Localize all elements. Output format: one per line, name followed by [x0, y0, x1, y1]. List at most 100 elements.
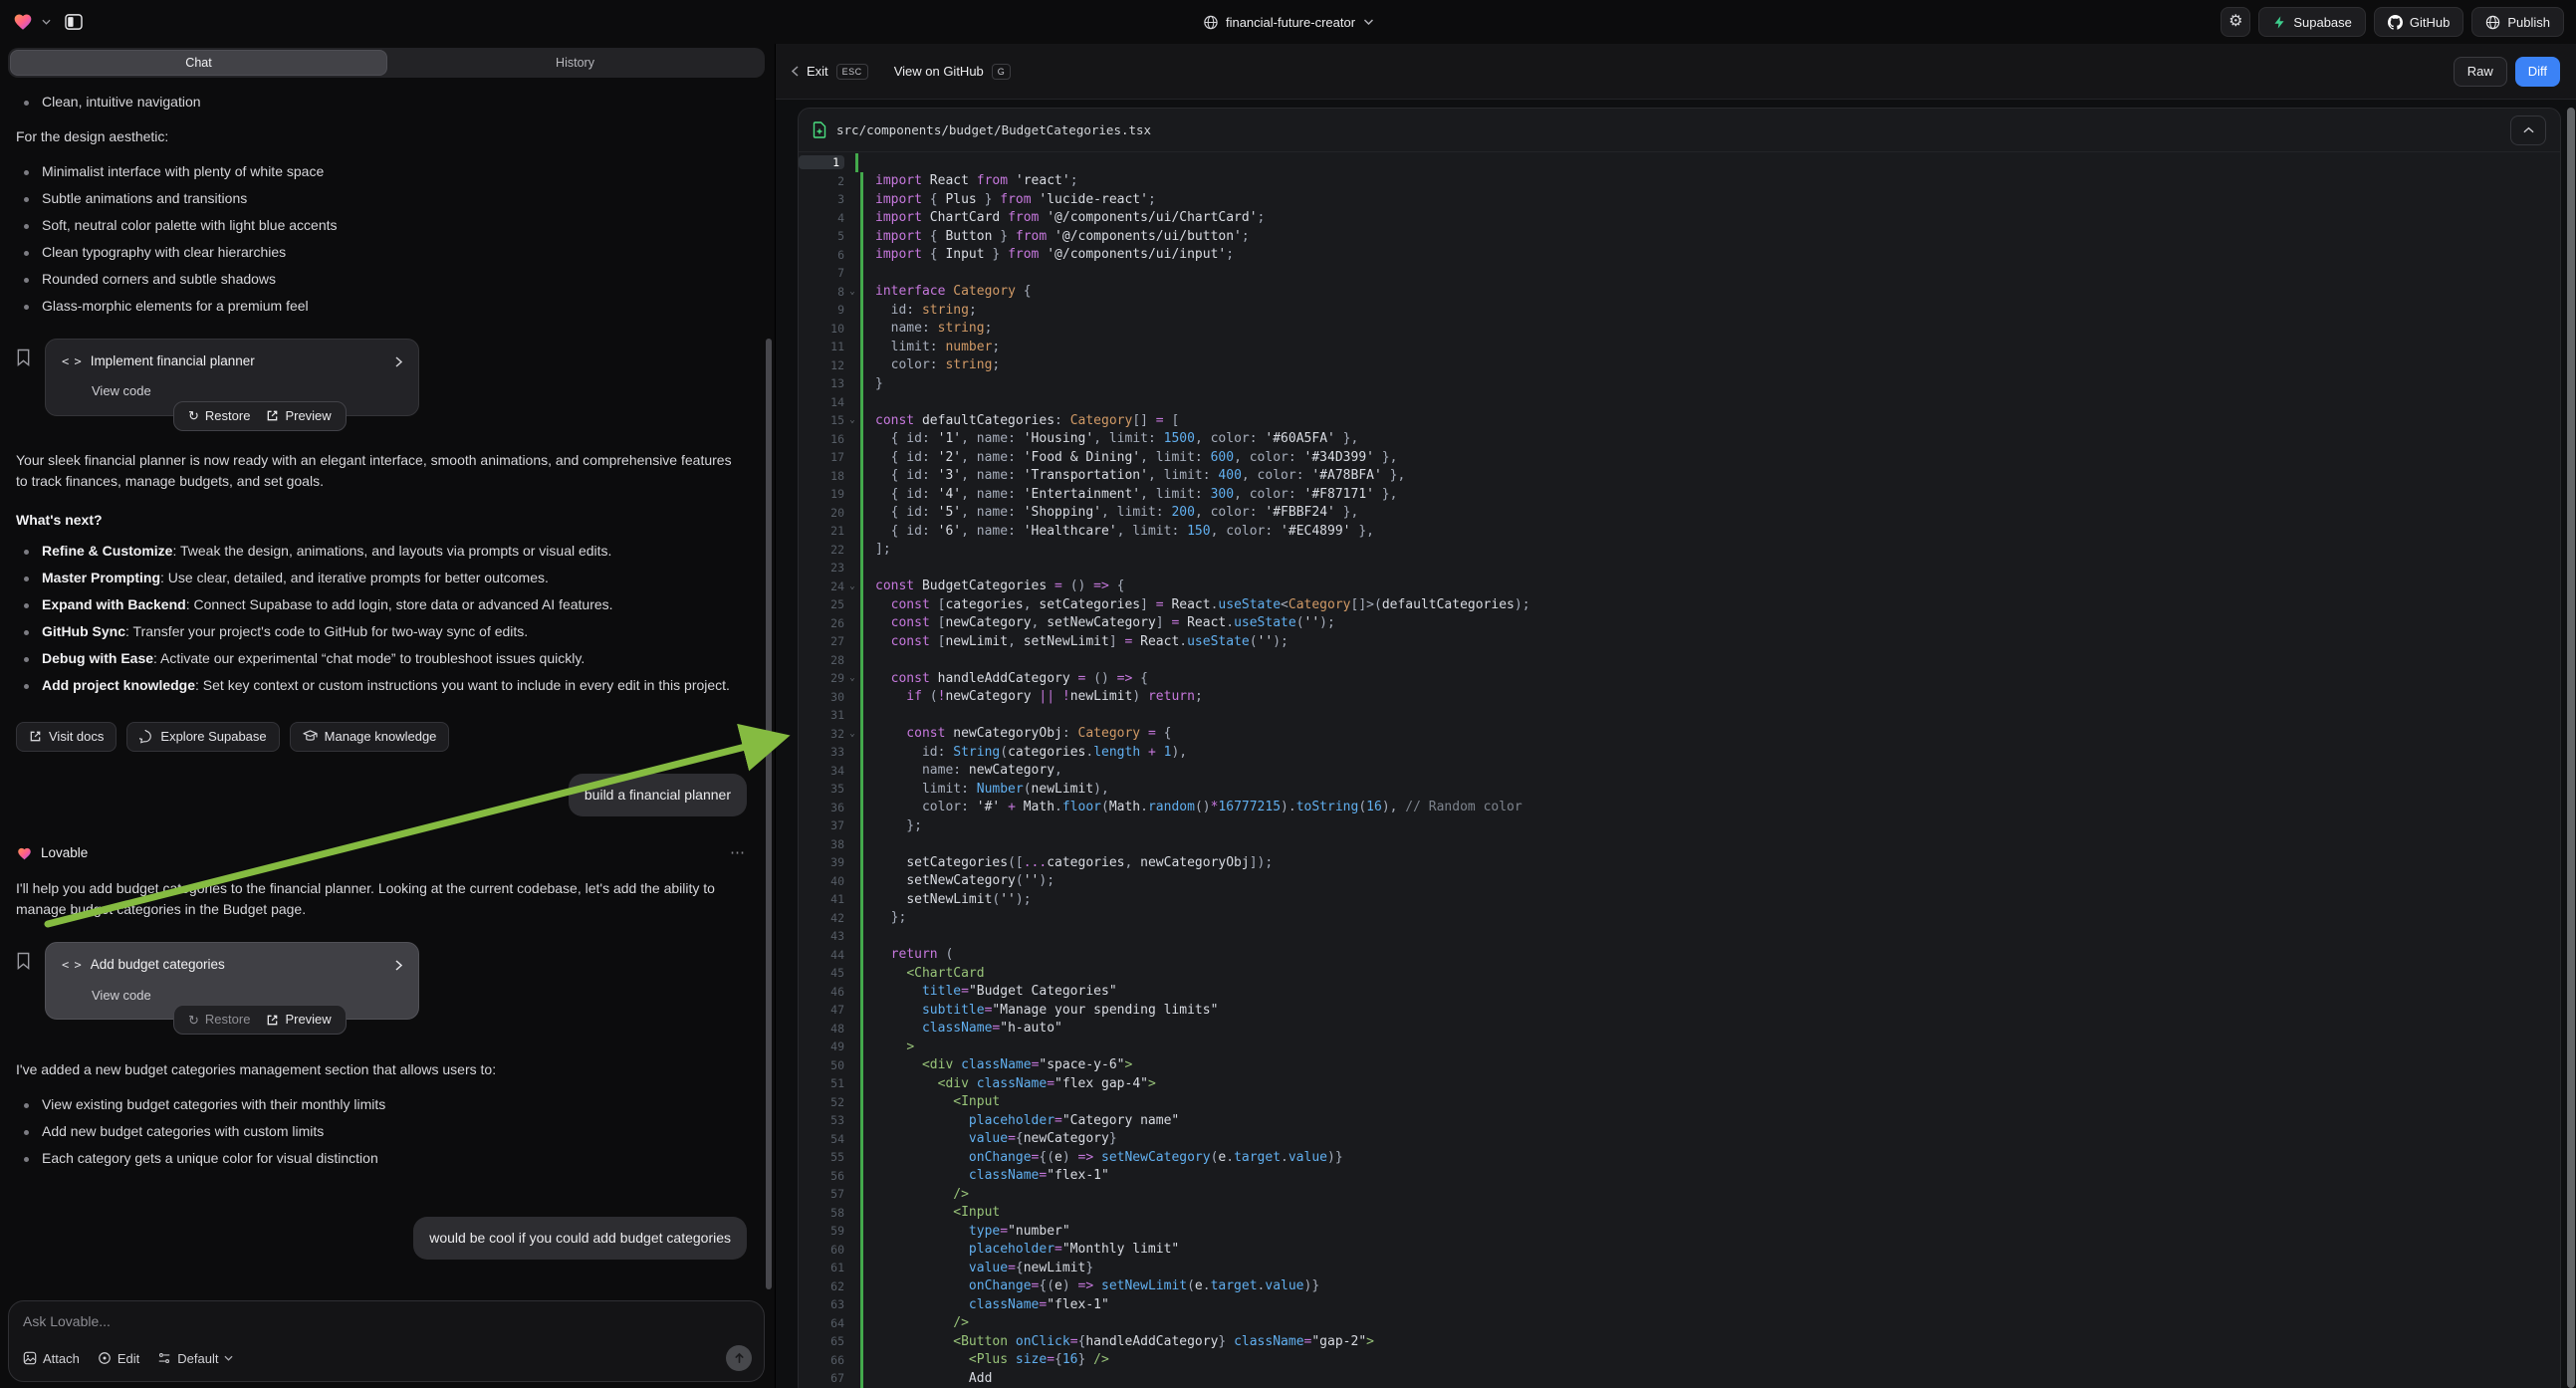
code-line[interactable]: 5import { Button } from '@/components/ui…	[799, 227, 2560, 246]
code-line[interactable]: 26 const [newCategory, setNewCategory] =…	[799, 614, 2560, 633]
code-line[interactable]: 7	[799, 264, 2560, 283]
code-line[interactable]: 52 <Input	[799, 1093, 2560, 1112]
code-line[interactable]: 30 if (!newCategory || !newLimit) return…	[799, 688, 2560, 707]
code-line[interactable]: 56 className="flex-1"	[799, 1167, 2560, 1186]
restore-button[interactable]: ↻ Restore	[188, 1010, 250, 1030]
code-line[interactable]: 35 limit: Number(newLimit),	[799, 780, 2560, 799]
code-line[interactable]: 65 <Button onClick={handleAddCategory} c…	[799, 1332, 2560, 1351]
supabase-button[interactable]: Supabase	[2258, 7, 2366, 37]
code-line[interactable]: 66 <Plus size={16} />	[799, 1351, 2560, 1370]
code-line[interactable]: 2import React from 'react';	[799, 172, 2560, 191]
code-line[interactable]: 42 };	[799, 909, 2560, 928]
code-line[interactable]: 14	[799, 393, 2560, 412]
model-selector[interactable]: Default	[157, 1351, 233, 1366]
code-line[interactable]: 18 { id: '3', name: 'Transportation', li…	[799, 467, 2560, 486]
bookmark-icon[interactable]	[16, 952, 31, 970]
view-code-link[interactable]: View code	[92, 381, 402, 401]
code-line[interactable]: 53 placeholder="Category name"	[799, 1111, 2560, 1130]
code-line[interactable]: 55 onChange={(e) => setNewCategory(e.tar…	[799, 1148, 2560, 1167]
code-line[interactable]: 33 id: String(categories.length + 1),	[799, 743, 2560, 762]
code-line[interactable]: 34 name: newCategory,	[799, 762, 2560, 781]
settings-button[interactable]: ⚙	[2221, 7, 2250, 37]
view-on-github-button[interactable]: View on GitHub G	[894, 64, 1012, 80]
code-line[interactable]: 41 setNewLimit('');	[799, 890, 2560, 909]
view-code-link[interactable]: View code	[92, 986, 402, 1006]
attach-button[interactable]: Attach	[23, 1351, 80, 1366]
edit-mode-button[interactable]: Edit	[98, 1351, 139, 1366]
edit-card-implement-financial-planner[interactable]: < > Implement financial planner View cod…	[45, 339, 419, 416]
code-line[interactable]: 50 <div className="space-y-6">	[799, 1056, 2560, 1075]
collapse-file-button[interactable]	[2510, 116, 2546, 145]
code-line[interactable]: 19 { id: '4', name: 'Entertainment', lim…	[799, 485, 2560, 504]
code-line[interactable]: 17 { id: '2', name: 'Food & Dining', lim…	[799, 448, 2560, 467]
code-line[interactable]: 28	[799, 651, 2560, 670]
code-line[interactable]: 49 >	[799, 1038, 2560, 1056]
code-line[interactable]: 4import ChartCard from '@/components/ui/…	[799, 209, 2560, 228]
visit-docs-button[interactable]: Visit docs	[16, 722, 117, 752]
lovable-logo-icon[interactable]	[12, 12, 34, 32]
send-button[interactable]	[726, 1345, 752, 1371]
code-line[interactable]: 24⌄const BudgetCategories = () => {	[799, 578, 2560, 596]
code-line[interactable]: 61 value={newLimit}	[799, 1259, 2560, 1277]
tab-chat[interactable]: Chat	[10, 50, 387, 76]
code-line[interactable]: 51 <div className="flex gap-4">	[799, 1074, 2560, 1093]
code-line[interactable]: 8⌄interface Category {	[799, 283, 2560, 302]
chat-message-list[interactable]: Clean, intuitive navigation For the desi…	[0, 86, 763, 1296]
code-line[interactable]: 38	[799, 835, 2560, 854]
chat-scrollbar[interactable]	[766, 339, 772, 1289]
restore-button[interactable]: ↻ Restore	[188, 406, 250, 426]
code-line[interactable]: 13}	[799, 374, 2560, 393]
code-line[interactable]: 54 value={newCategory}	[799, 1130, 2560, 1149]
code-line[interactable]: 20 { id: '5', name: 'Shopping', limit: 2…	[799, 504, 2560, 523]
code-line[interactable]: 25 const [categories, setCategories] = R…	[799, 595, 2560, 614]
github-button[interactable]: GitHub	[2374, 7, 2463, 37]
logo-chevron-down-icon[interactable]	[42, 19, 51, 25]
code-line[interactable]: 16 { id: '1', name: 'Housing', limit: 15…	[799, 430, 2560, 449]
edit-card-add-budget-categories[interactable]: < > Add budget categories View code ↻ Re…	[45, 942, 419, 1020]
code-line[interactable]: 40 setNewCategory('');	[799, 872, 2560, 891]
exit-button[interactable]: Exit ESC	[792, 64, 868, 80]
manage-knowledge-button[interactable]: Manage knowledge	[290, 722, 450, 752]
code-line[interactable]: 10 name: string;	[799, 320, 2560, 339]
chat-input[interactable]	[23, 1313, 750, 1329]
raw-toggle-button[interactable]: Raw	[2454, 57, 2507, 87]
code-line[interactable]: 29⌄ const handleAddCategory = () => {	[799, 669, 2560, 688]
code-line[interactable]: 58 <Input	[799, 1204, 2560, 1223]
code-line[interactable]: 32⌄ const newCategoryObj: Category = {	[799, 725, 2560, 744]
code-line[interactable]: 36 color: '#' + Math.floor(Math.random()…	[799, 799, 2560, 817]
code-line[interactable]: 37 };	[799, 816, 2560, 835]
code-line[interactable]: 47 subtitle="Manage your spending limits…	[799, 1001, 2560, 1020]
code-line[interactable]: 44 return (	[799, 946, 2560, 965]
code-line[interactable]: 45 <ChartCard	[799, 964, 2560, 983]
code-line[interactable]: 57 />	[799, 1185, 2560, 1204]
explore-supabase-button[interactable]: Explore Supabase	[126, 722, 279, 752]
code-line[interactable]: 9 id: string;	[799, 301, 2560, 320]
code-line[interactable]: 64 />	[799, 1314, 2560, 1333]
more-options-icon[interactable]: ⋯	[730, 842, 747, 865]
code-line[interactable]: 15⌄const defaultCategories: Category[] =…	[799, 411, 2560, 430]
code-line[interactable]: 59 type="number"	[799, 1222, 2560, 1241]
publish-button[interactable]: Publish	[2471, 7, 2564, 37]
code-line[interactable]: 22];	[799, 541, 2560, 560]
code-line[interactable]: 3import { Plus } from 'lucide-react';	[799, 190, 2560, 209]
code-line[interactable]: 67 Add	[799, 1369, 2560, 1388]
preview-button[interactable]: Preview	[266, 406, 331, 426]
project-switcher[interactable]: financial-future-creator	[1203, 15, 1373, 30]
code-line[interactable]: 31	[799, 706, 2560, 725]
code-line[interactable]: 21 { id: '6', name: 'Healthcare', limit:…	[799, 522, 2560, 541]
bookmark-icon[interactable]	[16, 348, 31, 366]
code-line[interactable]: 63 className="flex-1"	[799, 1295, 2560, 1314]
code-scrollbar[interactable]	[2567, 108, 2575, 1388]
code-line[interactable]: 39 setCategories([...categories, newCate…	[799, 853, 2560, 872]
code-line[interactable]: 23	[799, 559, 2560, 578]
code-line[interactable]: 43	[799, 927, 2560, 946]
code-line[interactable]: 62 onChange={(e) => setNewLimit(e.target…	[799, 1277, 2560, 1296]
code-line[interactable]: 12 color: string;	[799, 356, 2560, 375]
diff-toggle-button[interactable]: Diff	[2515, 57, 2560, 87]
code-line[interactable]: 46 title="Budget Categories"	[799, 983, 2560, 1002]
code-line[interactable]: 27 const [newLimit, setNewLimit] = React…	[799, 632, 2560, 651]
code-line[interactable]: 1	[799, 153, 2560, 172]
tab-history[interactable]: History	[387, 50, 763, 76]
code-line[interactable]: 6import { Input } from '@/components/ui/…	[799, 246, 2560, 265]
code-line[interactable]: 60 placeholder="Monthly limit"	[799, 1241, 2560, 1260]
